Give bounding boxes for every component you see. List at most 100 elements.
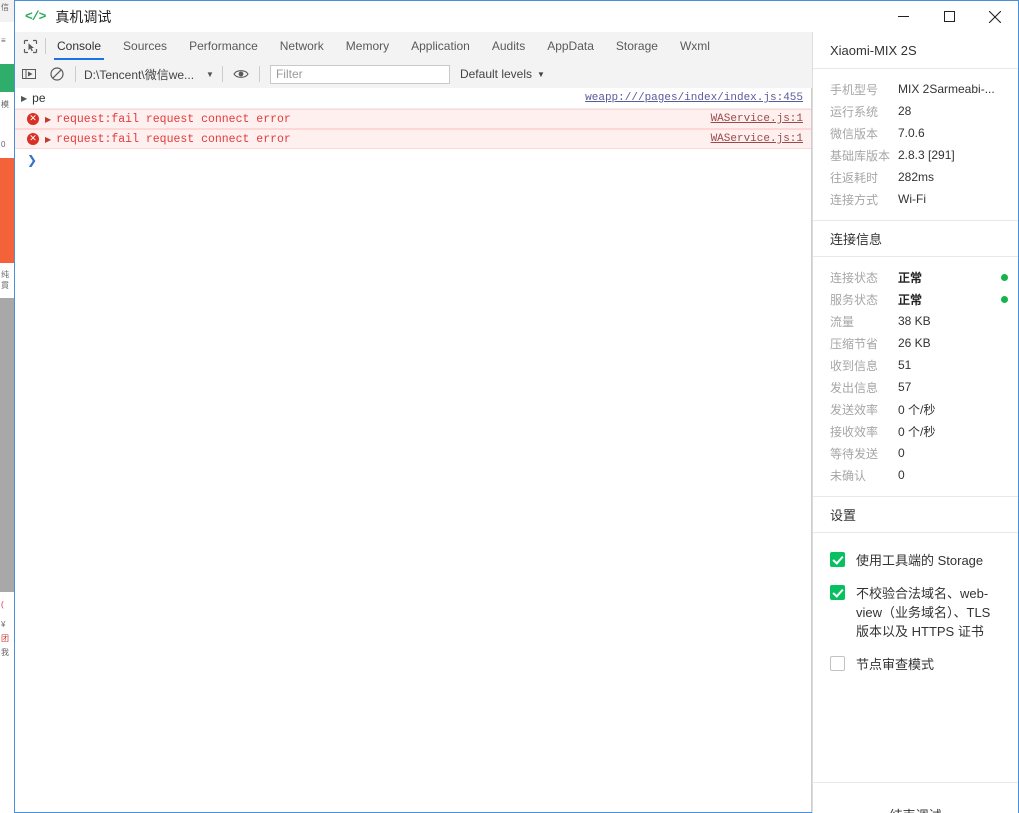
inspect-cursor-icon[interactable]: [15, 32, 45, 60]
connection-info-value: 0 个/秒: [898, 402, 936, 417]
expand-arrow-icon[interactable]: ▶: [45, 115, 51, 124]
tab-label: Console: [57, 39, 102, 53]
connection-info-key: 等待发送: [830, 446, 879, 461]
setting-row-skip-domain-check[interactable]: 不校验合法域名、web-view（业务域名）、TLS 版本以及 HTTPS 证书: [813, 577, 1018, 648]
bg-glyph: 信: [1, 3, 9, 12]
bg-glyph: ¥: [1, 620, 5, 629]
device-info-key: 连接方式: [830, 192, 879, 207]
device-info-row: 手机型号 MIX 2Sarmeabi-...: [813, 78, 1018, 100]
tab-label: Application: [411, 39, 470, 53]
clear-console-icon[interactable]: [43, 60, 71, 88]
connection-info-row: 服务状态 正常: [813, 288, 1018, 310]
maximize-button[interactable]: [926, 1, 972, 32]
connection-info-row: 发出信息 57: [813, 376, 1018, 398]
bg-segment: [0, 298, 14, 592]
prompt-caret-icon: ❯: [27, 153, 38, 167]
connection-info-key: 接收效率: [830, 424, 879, 439]
tab-label: AppData: [547, 39, 594, 53]
connection-info-key: 未确认: [830, 468, 867, 483]
window-controls: [880, 1, 1018, 32]
tab-storage[interactable]: Storage: [605, 32, 669, 60]
setting-row-node-inspect-mode[interactable]: 节点审查模式: [813, 648, 1018, 681]
tab-memory[interactable]: Memory: [335, 32, 400, 60]
console-error-row[interactable]: ✕ ▶ request:fail request connect error W…: [15, 109, 811, 129]
connection-info-value: 正常: [898, 292, 923, 307]
console-log-source-link[interactable]: weapp:///pages/index/index.js:455: [585, 92, 803, 104]
device-info-row: 基础库版本 2.8.3 [291]: [813, 144, 1018, 166]
device-info-key: 手机型号: [830, 82, 879, 97]
console-error-row[interactable]: ✕ ▶ request:fail request connect error W…: [15, 129, 811, 149]
tab-wxml[interactable]: Wxml: [669, 32, 721, 60]
bg-glyph: 团: [1, 634, 9, 643]
connection-info-row: 连接状态 正常: [813, 266, 1018, 288]
connection-info-value: 0 个/秒: [898, 424, 936, 439]
settings-list: 使用工具端的 Storage 不校验合法域名、web-view（业务域名）、TL…: [813, 533, 1018, 691]
connection-info-key: 发出信息: [830, 380, 879, 395]
live-expression-eye-icon[interactable]: [227, 60, 255, 88]
connection-info-key: 发送效率: [830, 402, 879, 417]
console-error-source-link[interactable]: WAService.js:1: [711, 133, 803, 145]
setting-row-use-tool-storage[interactable]: 使用工具端的 Storage: [813, 544, 1018, 577]
toolbar-divider: [258, 66, 260, 82]
setting-label: 节点审查模式: [856, 657, 935, 672]
tab-application[interactable]: Application: [400, 32, 481, 60]
code-tags-icon: </>: [25, 9, 46, 24]
tab-performance[interactable]: Performance: [178, 32, 269, 60]
background-window-sliver: 信 ≡ 模 0 纯 貫 ( ¥ 团 我: [0, 0, 14, 813]
console-error-source-link[interactable]: WAService.js:1: [711, 113, 803, 125]
console-log-area[interactable]: ▶ pe weapp:///pages/index/index.js:455 ✕…: [15, 88, 812, 812]
connection-info-key: 压缩节省: [830, 336, 879, 351]
console-log-row[interactable]: ▶ pe weapp:///pages/index/index.js:455: [15, 88, 811, 109]
end-debug-button[interactable]: 结束调试: [889, 805, 941, 813]
connection-info-value: 57: [898, 380, 912, 394]
connection-info-key: 连接状态: [830, 270, 879, 285]
settings-section-title: 设置: [813, 497, 1018, 533]
expand-arrow-icon[interactable]: ▶: [21, 94, 27, 103]
tab-label: Memory: [345, 39, 390, 53]
tab-label: Storage: [615, 39, 658, 53]
device-info-value: 2.8.3 [291]: [898, 148, 955, 162]
device-info-key: 往返耗时: [830, 170, 879, 185]
tab-network[interactable]: Network: [269, 32, 335, 60]
filter-input[interactable]: [269, 64, 450, 84]
toolbar-divider: [221, 66, 223, 82]
connection-info-key: 流量: [830, 314, 855, 329]
connection-info-key: 收到信息: [830, 358, 879, 373]
device-info-value: 282ms: [898, 170, 935, 184]
execution-context-select[interactable]: D:\Tencent\微信we... ▼: [80, 66, 218, 83]
connection-info-row: 压缩节省 26 KB: [813, 332, 1018, 354]
device-info-row: 运行系统 28: [813, 100, 1018, 122]
tab-appdata[interactable]: AppData: [536, 32, 605, 60]
tab-sources[interactable]: Sources: [112, 32, 178, 60]
console-error-text: request:fail request connect error: [56, 112, 291, 126]
checkbox-skip-domain-check[interactable]: [830, 585, 845, 600]
error-circle-icon: ✕: [27, 133, 39, 145]
minimize-button[interactable]: [880, 1, 926, 32]
log-level-select[interactable]: Default levels ▼: [460, 67, 545, 81]
device-info-key: 微信版本: [830, 126, 879, 141]
chevron-down-icon: ▼: [206, 69, 214, 79]
device-info-row: 微信版本 7.0.6: [813, 122, 1018, 144]
device-info-panel: Xiaomi-MIX 2S 手机型号 MIX 2Sarmeabi-... 运行系…: [812, 32, 1018, 812]
bg-glyph: 0: [1, 140, 5, 149]
bg-glyph: 纯: [1, 270, 9, 279]
execute-step-icon[interactable]: [15, 60, 43, 88]
checkbox-use-tool-storage[interactable]: [830, 552, 845, 567]
connection-info-row: 接收效率 0 个/秒: [813, 420, 1018, 442]
checkbox-node-inspect-mode[interactable]: [830, 656, 845, 671]
setting-label: 使用工具端的 Storage: [856, 553, 984, 568]
tab-console[interactable]: Console: [46, 32, 112, 60]
connection-info-row: 发送效率 0 个/秒: [813, 398, 1018, 420]
bg-glyph: 模: [1, 100, 9, 109]
connection-info-row: 收到信息 51: [813, 354, 1018, 376]
bg-glyph: 我: [1, 648, 9, 657]
devtools-window: </> 真机调试 Console Sources Performance Net…: [14, 0, 1019, 813]
device-info-key: 基础库版本: [830, 148, 891, 163]
device-info-value: 7.0.6: [898, 126, 925, 140]
tab-audits[interactable]: Audits: [481, 32, 536, 60]
setting-label: 不校验合法域名、web-view（业务域名）、TLS 版本以及 HTTPS 证书: [856, 586, 991, 639]
close-button[interactable]: [972, 1, 1018, 32]
console-prompt-row[interactable]: ❯: [15, 149, 811, 171]
expand-arrow-icon[interactable]: ▶: [45, 135, 51, 144]
tab-label: Sources: [123, 39, 168, 53]
